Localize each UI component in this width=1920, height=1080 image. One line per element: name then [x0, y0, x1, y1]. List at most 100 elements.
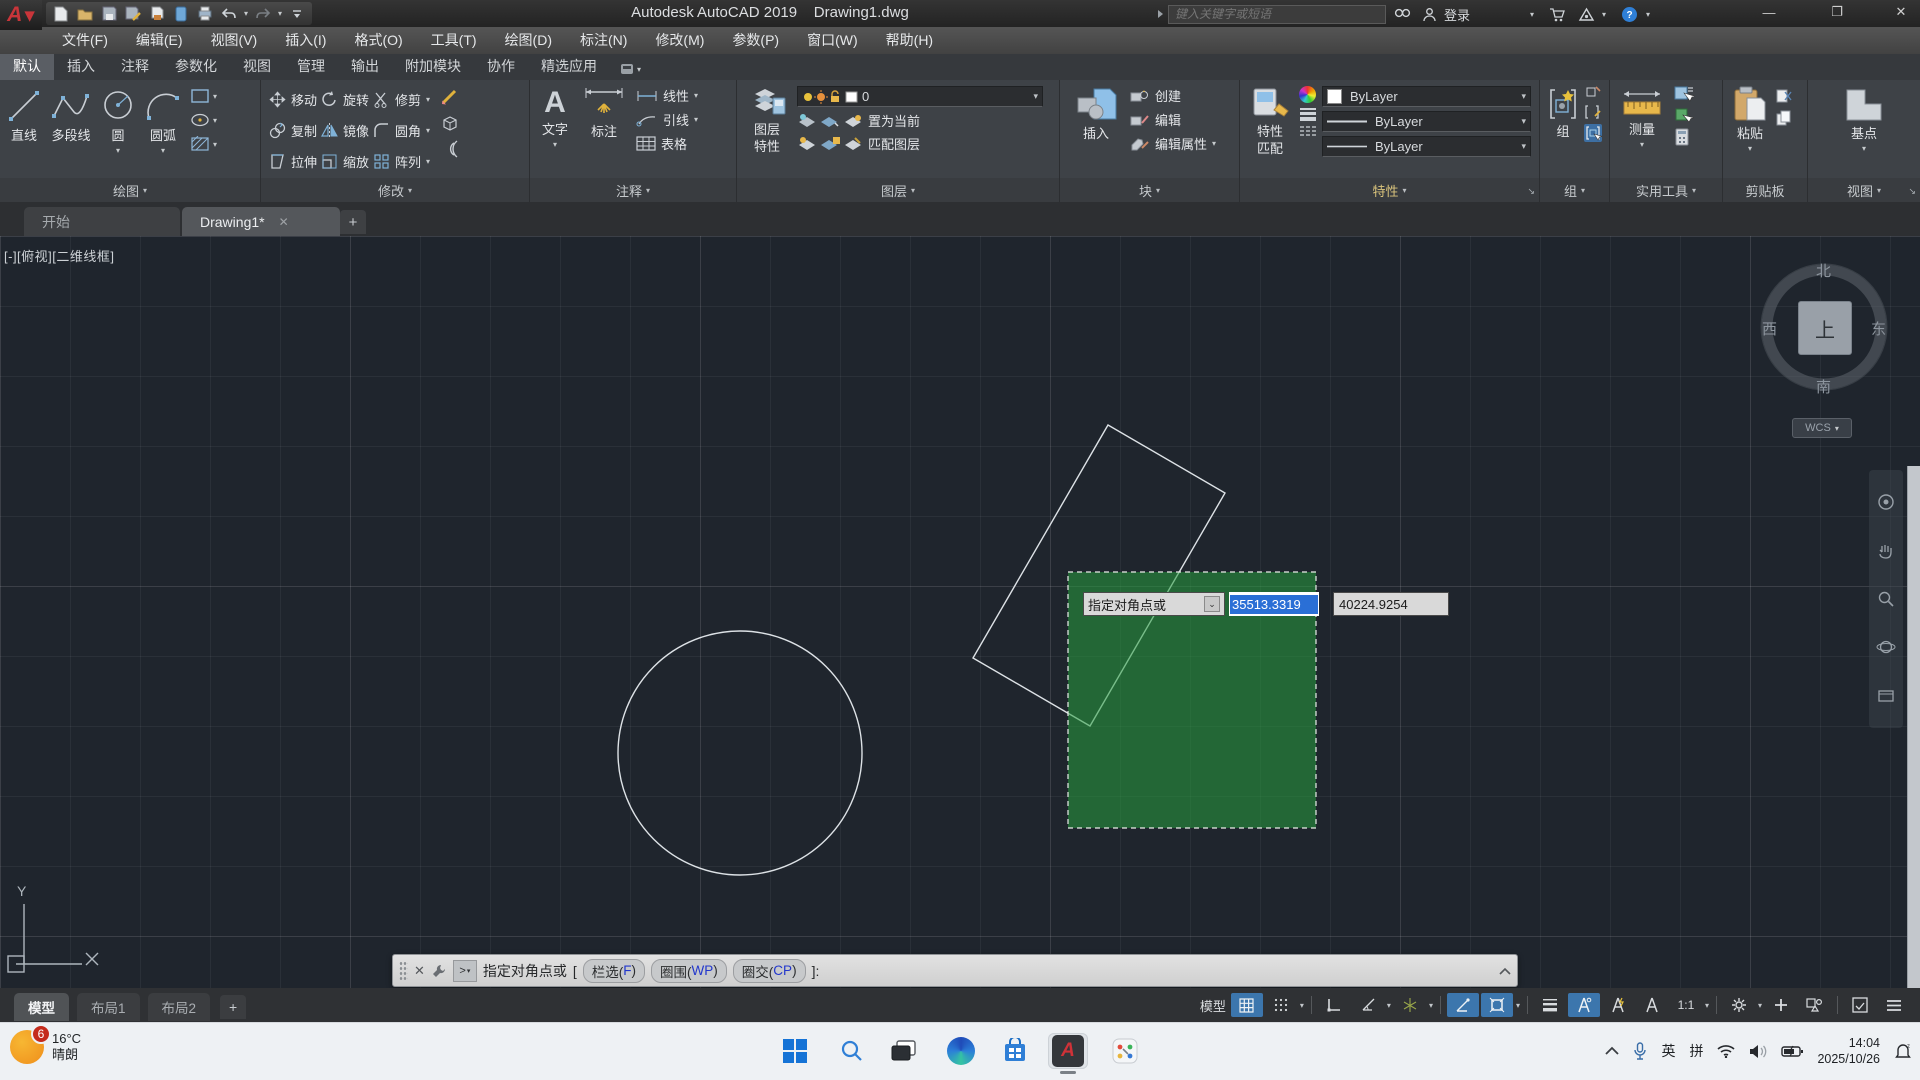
qat-customize-button[interactable] — [288, 5, 306, 23]
lineweight-icon[interactable] — [1299, 107, 1317, 121]
ortho-mode-toggle[interactable] — [1318, 993, 1350, 1017]
save-button[interactable] — [100, 5, 118, 23]
dialog-launcher-icon[interactable]: ↘ — [1908, 186, 1916, 197]
chevron-down-icon[interactable]: ▾ — [694, 91, 698, 100]
viewcube-north[interactable]: 北 — [1816, 260, 1831, 281]
annotation-autoscale-toggle[interactable] — [1602, 993, 1634, 1017]
print-button[interactable] — [196, 5, 214, 23]
chevron-down-icon[interactable]: ▾ — [694, 115, 698, 124]
group-edit-button[interactable] — [1584, 104, 1602, 120]
base-button[interactable]: 基点 ▾ — [1839, 80, 1889, 153]
open-file-button[interactable] — [76, 5, 94, 23]
stretch-button[interactable]: 拉伸 — [269, 146, 317, 176]
new-layout-button[interactable]: + — [220, 995, 246, 1019]
chevron-down-icon[interactable]: ▾ — [213, 92, 217, 101]
close-command-icon[interactable]: ✕ — [414, 963, 425, 979]
battery-icon[interactable] — [1781, 1045, 1803, 1058]
insert-block-button[interactable]: 插入 — [1070, 80, 1122, 141]
pan-hand-icon[interactable] — [1876, 541, 1896, 561]
model-space-canvas[interactable]: Y — [0, 236, 1920, 988]
chevron-down-icon[interactable]: ▾ — [161, 146, 165, 155]
chevron-down-icon[interactable]: ▾ — [1748, 144, 1752, 153]
chevron-down-icon[interactable]: ▾ — [1299, 1001, 1305, 1010]
recent-commands-icon[interactable]: >▾ — [453, 960, 477, 982]
text-button[interactable]: A 文字 ▾ — [538, 80, 572, 149]
chevron-down-icon[interactable]: ▾ — [1757, 1001, 1763, 1010]
customize-wrench-icon[interactable] — [431, 963, 447, 979]
showmotion-icon[interactable] — [1876, 686, 1896, 706]
match-properties-button[interactable]: 特性 匹配 — [1246, 80, 1294, 156]
clean-screen-icon[interactable] — [1844, 993, 1876, 1017]
speaker-icon[interactable] — [1749, 1044, 1767, 1059]
plus-tray-icon[interactable] — [1765, 993, 1797, 1017]
edit-attribute-button[interactable]: 编辑属性▾ — [1130, 134, 1216, 153]
lineweight-display-toggle[interactable] — [1534, 993, 1566, 1017]
grid-display-toggle[interactable] — [1231, 993, 1263, 1017]
chevron-down-icon[interactable]: ▾ — [1704, 1001, 1710, 1010]
dimension-button[interactable]: 标注 — [578, 80, 630, 139]
down-arrow-hint-icon[interactable]: ⌄ — [1204, 596, 1220, 612]
command-bar-grip[interactable] — [399, 961, 408, 981]
redo-button[interactable] — [254, 5, 272, 23]
scale-button[interactable]: 缩放 — [321, 146, 369, 176]
sign-in-dropdown-icon[interactable]: ▾ — [1530, 10, 1534, 19]
group-selection-toggle-button[interactable] — [1584, 124, 1602, 142]
explode-button[interactable] — [440, 114, 460, 132]
user-icon[interactable] — [1418, 3, 1440, 25]
chevron-down-icon[interactable]: ▾ — [1515, 1001, 1521, 1010]
ungroup-button[interactable] — [1584, 84, 1602, 100]
create-block-button[interactable]: 创建 — [1130, 86, 1216, 105]
ime-english-indicator[interactable]: 英 — [1661, 1041, 1675, 1061]
ribbon-tab-parametric[interactable]: 参数化 — [162, 54, 230, 80]
menu-file[interactable]: 文件(F) — [48, 27, 122, 54]
close-tab-icon[interactable]: ✕ — [279, 215, 289, 229]
ribbon-tab-output[interactable]: 输出 — [338, 54, 392, 80]
sign-in-button[interactable]: 登录 — [1444, 5, 1470, 24]
steering-wheel-icon[interactable] — [1876, 492, 1896, 512]
lineweight-dropdown[interactable]: ByLayer ▾ — [1322, 111, 1531, 132]
current-scale-value[interactable]: 1:1 — [1670, 993, 1702, 1017]
chevron-down-icon[interactable]: ▾ — [116, 146, 120, 155]
chevron-down-icon[interactable]: ▾ — [426, 95, 430, 104]
annotation-visibility-toggle[interactable] — [1568, 993, 1600, 1017]
orbit-icon[interactable] — [1876, 637, 1896, 657]
move-button[interactable]: 移动 — [269, 84, 317, 114]
redo-dropdown-icon[interactable]: ▾ — [278, 9, 282, 18]
task-view-button[interactable] — [886, 1033, 922, 1069]
chevron-down-icon[interactable]: ▾ — [426, 126, 430, 135]
ribbon-tab-insert[interactable]: 插入 — [54, 54, 108, 80]
snipping-tool-button[interactable] — [1107, 1033, 1143, 1069]
autodesk-app-icon[interactable] — [1574, 3, 1598, 25]
file-tab-start[interactable]: 开始 — [24, 207, 180, 236]
customization-gear-icon[interactable] — [1723, 993, 1755, 1017]
undo-dropdown-icon[interactable]: ▾ — [244, 9, 248, 18]
polyline-button[interactable]: 多段线 — [46, 80, 96, 143]
object-color-dropdown[interactable]: ByLayer ▾ — [1322, 86, 1531, 107]
navigation-bar[interactable] — [1869, 470, 1903, 728]
layout-tab-model[interactable]: 模型 — [14, 993, 69, 1021]
panel-label-layers[interactable]: 图层▾ — [737, 178, 1059, 202]
chevron-down-icon[interactable]: ▾ — [213, 140, 217, 149]
chevron-down-icon[interactable]: ▾ — [1862, 144, 1866, 153]
line-button[interactable]: 直线 — [2, 80, 46, 143]
dynamic-input-x-field[interactable]: 35513.3319 — [1229, 592, 1319, 616]
table-button[interactable]: 表格 — [636, 134, 698, 153]
layer-match-button[interactable]: 匹配图层 — [797, 134, 1053, 153]
chevron-down-icon[interactable]: ▾ — [553, 140, 557, 149]
layout-tab-layout2[interactable]: 布局2 — [148, 993, 211, 1021]
menu-edit[interactable]: 编辑(E) — [122, 27, 197, 54]
ribbon-tab-featured-apps[interactable]: 精选应用 — [528, 54, 610, 80]
vertical-scrollbar[interactable] — [1907, 466, 1920, 988]
linear-dimension-button[interactable]: 线性▾ — [636, 86, 698, 105]
taskbar-clock[interactable]: 14:04 2025/10/26 — [1817, 1035, 1880, 1067]
point-select-button[interactable] — [1674, 107, 1694, 123]
ime-pinyin-indicator[interactable]: 拼 — [1689, 1041, 1703, 1061]
chevron-down-icon[interactable]: ▾ — [1640, 140, 1644, 149]
group-button[interactable]: 组 — [1544, 80, 1582, 139]
menu-draw[interactable]: 绘图(D) — [491, 27, 566, 54]
ribbon-tab-addins[interactable]: 附加模块 — [392, 54, 474, 80]
search-icon[interactable] — [1390, 3, 1414, 25]
layer-properties-button[interactable]: 图层 特性 — [743, 80, 791, 154]
copy-button[interactable]: 复制 — [269, 115, 317, 145]
isodraft-toggle[interactable] — [1394, 993, 1426, 1017]
